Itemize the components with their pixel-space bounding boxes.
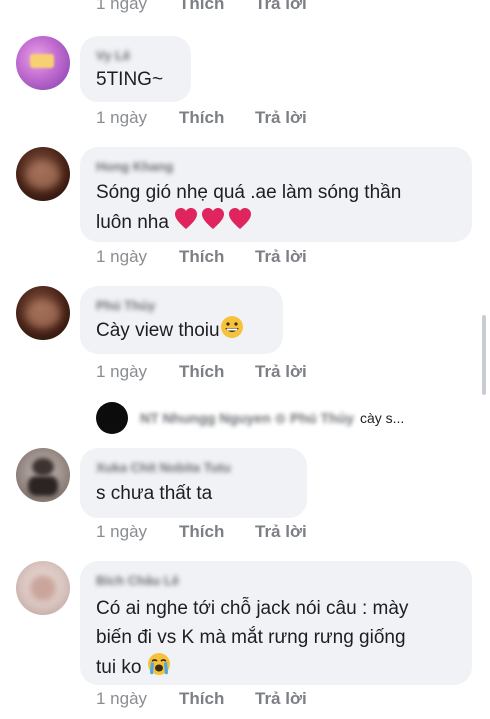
avatar[interactable] [16, 147, 70, 201]
avatar[interactable] [16, 448, 70, 502]
comment-bubble: Phú Thủy Cày view thoiu [80, 286, 283, 354]
like-button[interactable]: Thích [179, 362, 255, 382]
comment-time: 1 ngày [96, 522, 148, 541]
comment-bubble: Vy Lê 5TING~ [80, 36, 191, 102]
comment-text-line: luôn nha [96, 207, 456, 240]
avatar[interactable] [16, 561, 70, 615]
comment-time: 1 ngày [96, 247, 148, 266]
crying-emoji-icon [147, 652, 171, 685]
comment-time: 1 ngày [96, 362, 148, 381]
reply-button[interactable]: Trả lời [255, 522, 307, 542]
comment-bubble: Hong Khang Sóng gió nhẹ quá .ae làm sóng… [80, 147, 472, 242]
comment-actions: 1 ngày Thích Trả lời [96, 689, 307, 709]
comment-text-part: Cày view thoiu [96, 320, 220, 341]
reply-preview[interactable]: NT Nhungg Nguyen ⊙ Phú Thủy cày s... [96, 402, 404, 434]
comment-actions: 1 ngày Thích Trả lời [96, 247, 307, 267]
like-button[interactable]: Thích [179, 108, 255, 128]
like-button[interactable]: Thích [179, 247, 255, 267]
comment-time: 1 ngày [96, 0, 148, 13]
like-button[interactable]: Thích [179, 689, 255, 709]
comment-author[interactable]: Bích Châu Lê [96, 573, 456, 588]
like-button[interactable]: Thích [179, 0, 255, 14]
avatar[interactable] [16, 286, 70, 340]
reply-button[interactable]: Trả lời [255, 689, 307, 709]
comment-text: Có ai nghe tới chỗ jack nói câu : mày bi… [96, 594, 456, 685]
reply-button[interactable]: Trả lời [255, 0, 307, 14]
reply-snippet: cày s... [359, 410, 405, 426]
comment-author[interactable]: Xuka Chit Nobita Tutu [96, 460, 291, 475]
comment-actions: 1 ngày Thích Trả lời [96, 108, 307, 128]
comment-text-line: Có ai nghe tới chỗ jack nói câu : mày [96, 598, 409, 619]
reply-button[interactable]: Trả lời [255, 108, 307, 128]
comment-text-part: tui ko [96, 657, 142, 678]
comment-actions: 1 ngày Thích Trả lời [96, 522, 307, 542]
comment-text-line: Sóng gió nhẹ quá .ae làm sóng thần [96, 182, 402, 203]
like-button[interactable]: Thích [179, 522, 255, 542]
comment-bubble: Xuka Chit Nobita Tutu s chưa thất ta [80, 448, 307, 518]
comment-text: Sóng gió nhẹ quá .ae làm sóng thần luôn … [96, 178, 456, 240]
reply-button[interactable]: Trả lời [255, 247, 307, 267]
comment-author[interactable]: Phú Thủy [96, 298, 267, 313]
comment-author[interactable]: Vy Lê [96, 48, 175, 63]
heart-emoji-icon [174, 207, 252, 240]
scrollbar[interactable] [482, 315, 486, 395]
avatar[interactable] [96, 402, 128, 434]
comment-time: 1 ngày [96, 108, 148, 127]
comment-time: 1 ngày [96, 689, 148, 708]
comment-text: s chưa thất ta [96, 483, 213, 504]
comment-text-part: luôn nha [96, 212, 169, 233]
comment-text-line: tui ko [96, 652, 456, 685]
grinning-emoji-icon [220, 315, 244, 348]
comment-author[interactable]: Hong Khang [96, 159, 456, 174]
comment-actions: 1 ngày Thích Trả lời [96, 362, 307, 382]
comment-text: 5TING~ [96, 69, 164, 90]
comment-bubble: Bích Châu Lê Có ai nghe tới chỗ jack nói… [80, 561, 472, 685]
comment-text-line: biến đi vs K mà mắt rưng rưng giống [96, 627, 406, 648]
comment-text: Cày view thoiu [96, 315, 267, 348]
reply-author[interactable]: NT Nhungg Nguyen ⊙ Phú Thủy [140, 410, 354, 427]
avatar[interactable] [16, 36, 70, 90]
reply-button[interactable]: Trả lời [255, 362, 307, 382]
comment-actions: 1 ngày Thích Trả lời [96, 0, 307, 14]
